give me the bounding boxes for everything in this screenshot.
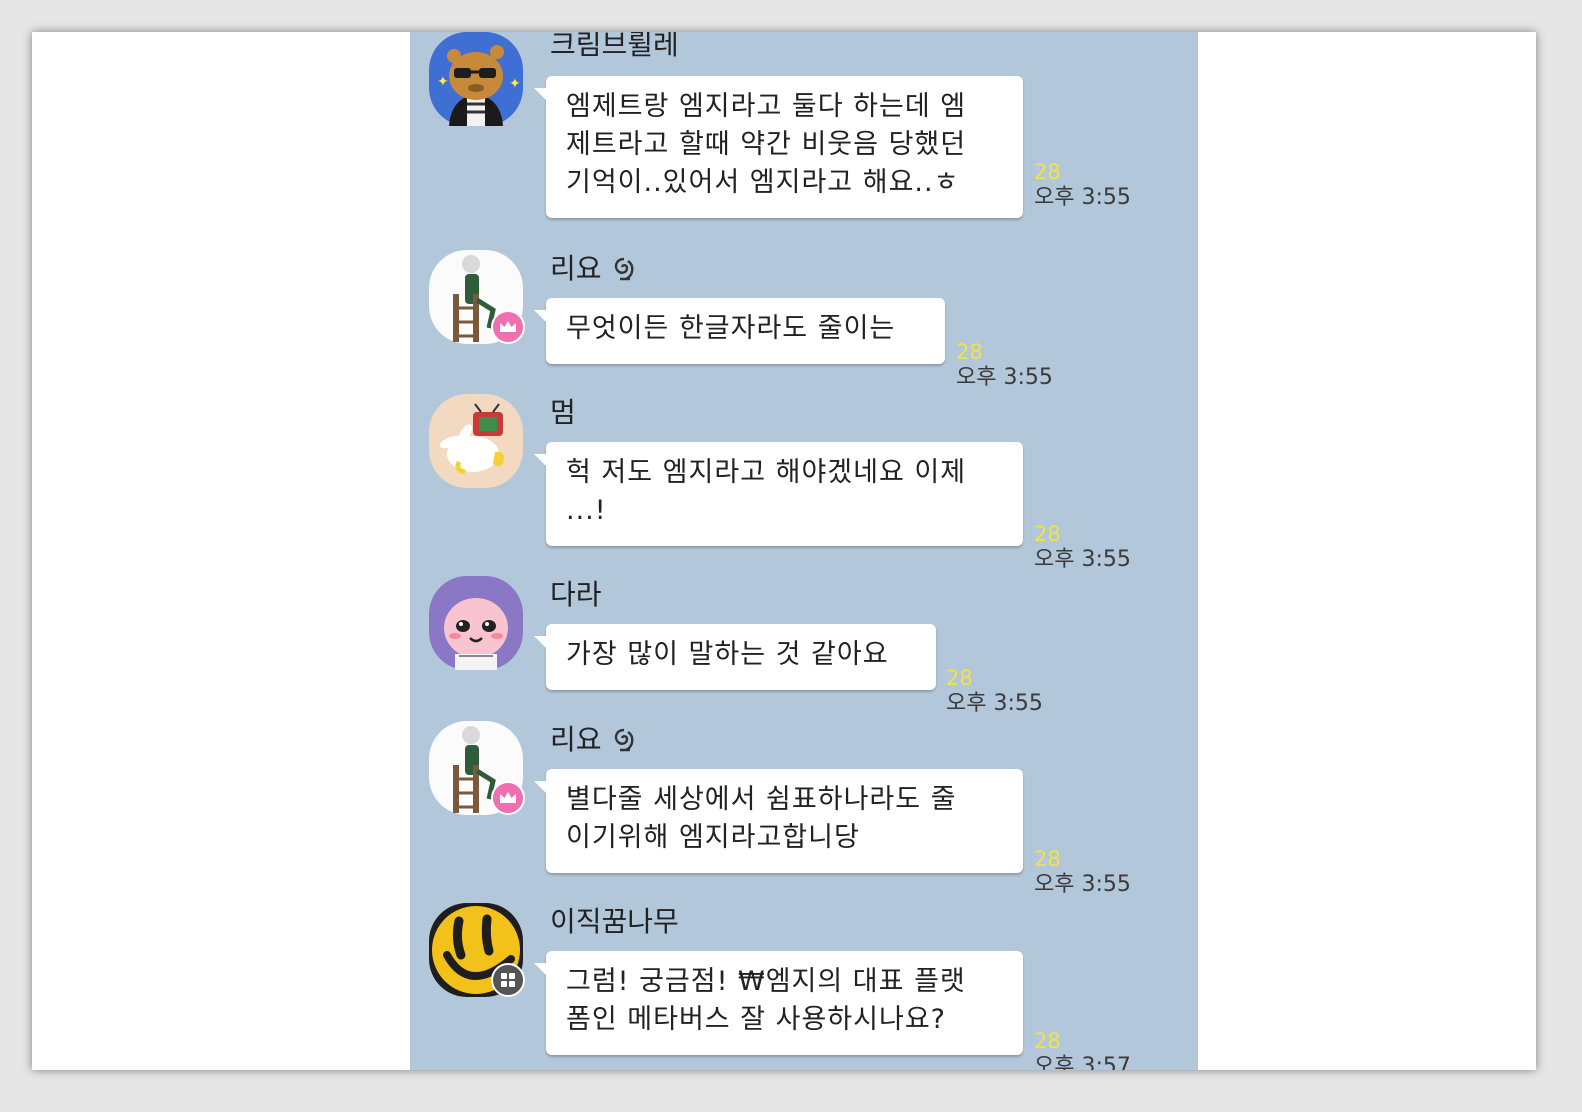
sender-name: 리요 xyxy=(550,252,638,287)
message-text-line: 엠제트랑 엠지라고 둘다 하는데 엠 xyxy=(566,91,967,122)
unread-count: 28 xyxy=(956,340,983,364)
message-meta: 28 오후 3:55 xyxy=(956,340,1053,392)
timestamp: 오후 3:55 xyxy=(1034,185,1131,210)
timestamp: 오후 3:55 xyxy=(956,365,1053,390)
message-text-line: 헉 저도 엠지라고 해야겠네요 이제 xyxy=(566,457,967,488)
message-bubble[interactable]: 그럼! 궁금점! ₩엠지의 대표 플랫 폼인 메타버스 잘 사용하시나요? xyxy=(534,951,1023,1055)
timestamp: 오후 3:55 xyxy=(946,691,1043,716)
message-text-line: 무엇이든 한글자라도 줄이는 xyxy=(566,313,896,344)
message-bubble[interactable]: 무엇이든 한글자라도 줄이는 xyxy=(534,298,945,364)
message-bubble[interactable]: 가장 많이 말하는 것 같아요 xyxy=(534,624,936,690)
unread-count: 28 xyxy=(1034,160,1061,184)
message-bubble[interactable]: 엠제트랑 엠지라고 둘다 하는데 엠 제트라고 할때 약간 비웃음 당했던 기억… xyxy=(534,76,1023,218)
svg-text:✦: ✦ xyxy=(509,76,521,92)
sender-name: 리요 xyxy=(550,723,638,758)
ryan-sunglasses-icon: ✦ ✦ xyxy=(429,32,523,126)
message-meta: 28 오후 3:57 xyxy=(1034,1029,1131,1070)
message-text-line: 그럼! 궁금점! ₩엠지의 대표 플랫 xyxy=(566,966,966,997)
svg-text:✦: ✦ xyxy=(437,74,449,90)
message-meta: 28 오후 3:55 xyxy=(1034,847,1131,899)
sender-name: 다라 xyxy=(550,578,602,611)
avatar[interactable]: ✦ ✦ xyxy=(429,32,523,126)
unread-count: 28 xyxy=(1034,1029,1061,1053)
message-text-line: 제트라고 할때 약간 비웃음 당했던 xyxy=(566,129,967,160)
message-text-line: 폼인 메타버스 잘 사용하시나요? xyxy=(566,1004,946,1035)
app-grid-icon xyxy=(491,963,525,997)
message-meta: 28 오후 3:55 xyxy=(946,666,1043,718)
message-text-line: 가장 많이 말하는 것 같아요 xyxy=(566,639,889,670)
message-bubble[interactable]: 별다줄 세상에서 쉼표하나라도 줄 이기위해 엠지라고합니당 xyxy=(534,769,1023,873)
swirl-icon xyxy=(610,256,638,284)
timestamp: 오후 3:55 xyxy=(1034,872,1131,897)
message-bubble[interactable]: 헉 저도 엠지라고 해야겠네요 이제 ...! xyxy=(534,442,1023,546)
timestamp: 오후 3:55 xyxy=(1034,547,1131,572)
screenshot-frame: ✦ ✦ 크림브륄레 엠제트랑 엠지라고 둘다 하는데 엠 제트라고 할때 약간 … xyxy=(32,32,1536,1070)
chat-room[interactable]: ✦ ✦ 크림브륄레 엠제트랑 엠지라고 둘다 하는데 엠 제트라고 할때 약간 … xyxy=(410,32,1198,1070)
message-text-line: ...! xyxy=(566,495,607,526)
sender-name: 크림브륄레 xyxy=(550,32,679,61)
unread-count: 28 xyxy=(1034,522,1061,546)
avatar[interactable] xyxy=(429,250,525,344)
avatar[interactable] xyxy=(429,903,525,997)
message-meta: 28 오후 3:55 xyxy=(1034,522,1131,574)
message-text-line: 별다줄 세상에서 쉼표하나라도 줄 xyxy=(566,784,957,815)
sender-name: 이직꿈나무 xyxy=(550,905,679,938)
unread-count: 28 xyxy=(1034,847,1061,871)
timestamp: 오후 3:57 xyxy=(1034,1054,1131,1070)
avatar[interactable] xyxy=(429,721,525,815)
swirl-icon xyxy=(610,727,638,755)
avatar[interactable] xyxy=(429,576,523,670)
crown-icon xyxy=(491,310,525,344)
rabbit-tv-icon xyxy=(429,394,523,488)
avatar[interactable] xyxy=(429,394,523,488)
message-meta: 28 오후 3:55 xyxy=(1034,160,1131,212)
message-text-line: 기억이..있어서 엠지라고 해요..ㅎ xyxy=(566,167,960,198)
peach-character-icon xyxy=(429,576,523,670)
sender-name: 멈 xyxy=(550,396,576,429)
unread-count: 28 xyxy=(946,666,973,690)
message-text-line: 이기위해 엠지라고합니당 xyxy=(566,822,860,853)
crown-icon xyxy=(491,781,525,815)
